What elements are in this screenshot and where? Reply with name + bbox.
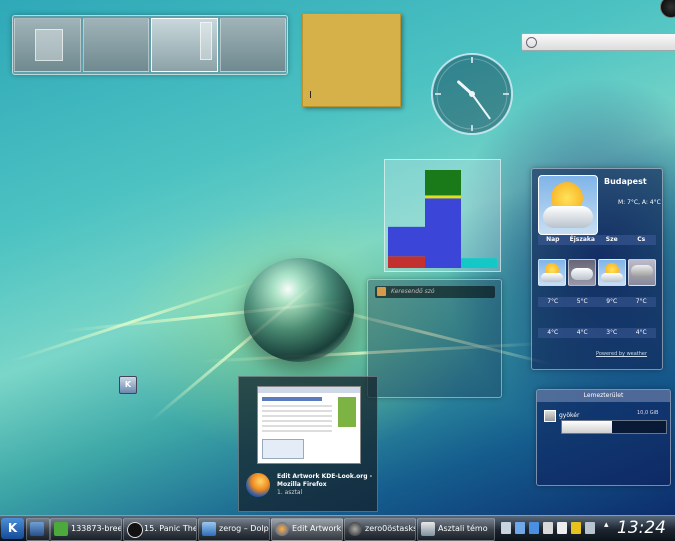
desktop-pager[interactable] [12, 15, 288, 75]
dictionary-search-field[interactable]: Keresendő szó [375, 286, 495, 298]
taskbar-item-3[interactable]: zerog – Dolph [198, 518, 270, 541]
firefox-icon [275, 522, 289, 536]
chart-bar-divider [425, 195, 461, 199]
audio-player-icon [127, 522, 143, 538]
tray-battery-icon[interactable] [571, 522, 581, 534]
panel-toolbox-icon[interactable]: ▴ [604, 520, 614, 536]
kde-desktop-icon[interactable]: K [119, 376, 137, 394]
disk-space-widget: Lemezterület gyökér 10,0 GiB [536, 389, 671, 486]
taskbar-item-label: zero0östasks [365, 524, 416, 533]
kde-menu-button[interactable]: K [1, 518, 24, 539]
tray-network-icon[interactable] [515, 522, 525, 534]
taskbar-item-1[interactable]: 133873-bree [50, 518, 122, 541]
weather-powered-link[interactable]: Powered by weather [596, 351, 647, 357]
taskbar-item-label: Asztali témo [438, 524, 488, 533]
panel-clock[interactable]: 13:24 [617, 518, 666, 538]
preview-window-title: Edit Artwork KDE-Look.org - Mozilla Fire… [277, 473, 373, 488]
weather-high-temps: 7°C 5°C 9°C 7°C [538, 297, 656, 307]
tray-clipboard-icon[interactable] [543, 522, 553, 534]
search-box[interactable] [521, 33, 675, 51]
chart-bar-1 [388, 256, 426, 268]
search-input[interactable] [538, 35, 674, 49]
chart-bar-base [425, 198, 461, 268]
text-cursor-icon: I [309, 90, 312, 101]
taskbar-item-2[interactable]: 15. Panic The [123, 518, 197, 541]
dolphin-icon [202, 522, 216, 536]
temp-high: 9°C [606, 298, 618, 305]
bar-chart-widget [384, 159, 501, 272]
preview-desktop-label: 1. asztal [277, 489, 303, 496]
weather-current-panel [538, 175, 598, 235]
pager-desktop-2[interactable] [82, 18, 149, 72]
disk-name: gyökér [559, 412, 580, 419]
forecast-cloudy-night-icon [568, 259, 596, 286]
weather-day: Cs [637, 236, 646, 243]
taskbar-item-4[interactable]: Edit Artwork [271, 518, 343, 541]
search-icon [526, 37, 537, 48]
weather-days: Nap Éjszaka Sze Cs [538, 235, 656, 245]
taskbar-item-label: 15. Panic The [144, 524, 197, 533]
disk-usage-fill [562, 421, 612, 433]
taskbar-item-label: zerog – Dolph [219, 524, 270, 533]
system-tray [497, 518, 607, 539]
firefox-icon [246, 473, 270, 497]
disk-usage-bar [561, 420, 667, 434]
dictionary-icon [377, 287, 386, 296]
window-thumbnail [257, 386, 361, 464]
weather-day: Éjszaka [569, 236, 595, 243]
dictionary-placeholder: Keresendő szó [391, 288, 435, 295]
temp-low: 4°C [547, 329, 559, 336]
window-thumbnail [35, 29, 63, 61]
tray-notes-icon[interactable] [501, 522, 511, 534]
temp-low: 4°C [576, 329, 588, 336]
water-droplet [244, 258, 354, 362]
weather-widget: Budapest M: 7°C, A: 4°C Nap Éjszaka Sze … [531, 168, 663, 370]
forecast-rain-icon [628, 259, 656, 286]
cloud-icon [543, 206, 593, 228]
taskbar-item-label: Edit Artwork [292, 524, 342, 533]
weather-city: Budapest [604, 177, 647, 186]
settings-icon [421, 522, 435, 536]
temp-high: 7°C [635, 298, 647, 305]
temp-high: 5°C [576, 298, 588, 305]
image-icon [348, 522, 362, 536]
temp-high: 7°C [547, 298, 559, 305]
pager-desktop-3[interactable] [151, 18, 218, 72]
weather-day: Nap [546, 236, 560, 243]
pager-desktop-1[interactable] [14, 18, 81, 72]
show-desktop-button[interactable] [26, 518, 50, 541]
taskbar-item-5[interactable]: zero0östasks [344, 518, 416, 541]
tray-display-icon[interactable] [585, 522, 595, 534]
taskbar-item-6[interactable]: Asztali témo [417, 518, 495, 541]
window-thumbnail [200, 22, 212, 60]
temp-low: 4°C [635, 329, 647, 336]
tray-volume-icon[interactable] [557, 522, 567, 534]
chart-bar-top [425, 170, 461, 198]
green-file-icon [54, 522, 68, 536]
drive-icon [544, 410, 556, 422]
disk-size: 10,0 GiB [637, 410, 659, 416]
temp-low: 3°C [606, 329, 618, 336]
weather-temperature: M: 7°C, A: 4°C [618, 199, 661, 206]
pager-desktop-4[interactable] [219, 18, 286, 72]
weather-day: Sze [605, 236, 618, 243]
sticky-note[interactable]: I [302, 13, 401, 107]
forecast-sunny-cloudy-icon [598, 259, 626, 286]
desktop-icon [30, 522, 44, 536]
disk-widget-title: Lemezterület [537, 390, 670, 402]
taskbar: K 133873-bree 15. Panic The zerog – Dolp… [0, 515, 675, 541]
analog-clock [431, 53, 513, 135]
chart-bar-2 [388, 226, 426, 257]
forecast-sunny-cloudy-icon [538, 259, 566, 286]
chart-bar-5 [461, 258, 497, 268]
taskbar-item-label: 133873-bree [71, 524, 122, 533]
dictionary-widget: Keresendő szó [367, 279, 502, 398]
window-preview-tooltip: Edit Artwork KDE-Look.org - Mozilla Fire… [238, 376, 378, 512]
weather-low-temps: 4°C 4°C 3°C 4°C [538, 328, 656, 338]
tray-download-icon[interactable] [529, 522, 539, 534]
